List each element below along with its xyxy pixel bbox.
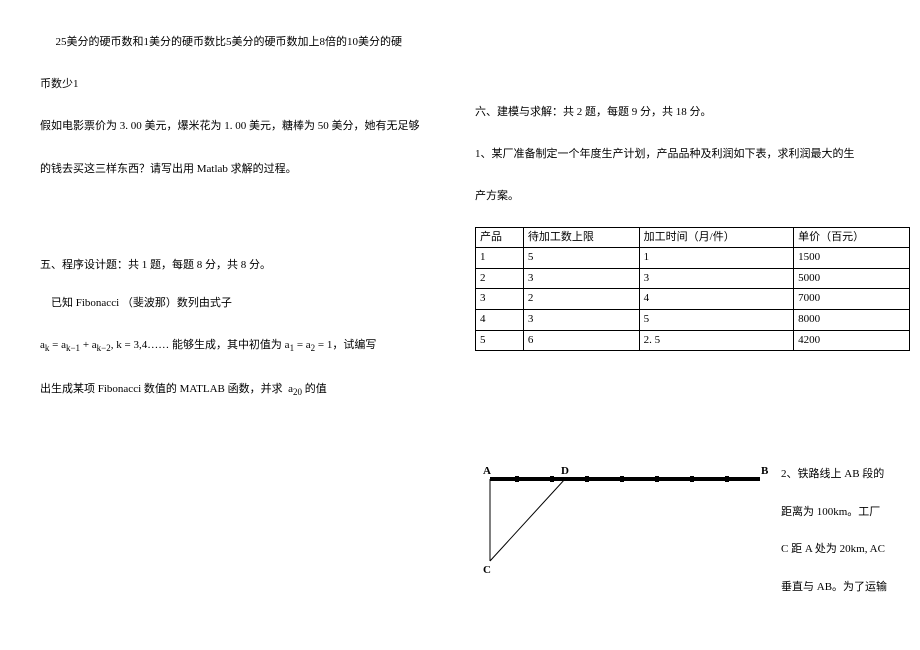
cell: 5: [476, 330, 524, 351]
q2-line-1: 2、铁路线上 AB 段的: [781, 461, 910, 489]
table-row: 562. 54200: [476, 330, 910, 351]
fib-sub-km2: k−2: [97, 343, 111, 353]
cell: 3: [639, 268, 794, 289]
fib-line-3: 出生成某项 Fibonacci 数值的 MATLAB 函数，并求 a20 的值: [40, 377, 430, 403]
fib-eq1: = a: [49, 339, 66, 351]
right-column: 六、建模与求解：共 2 题，每题 9 分，共 18 分。 1、某厂准备制定一个年…: [460, 0, 920, 650]
th-price: 单价（百元）: [794, 227, 910, 248]
q1-line-1: 1、某厂准备制定一个年度生产计划，产品品种及利润如下表，求利润最大的生: [475, 142, 910, 166]
label-a: A: [483, 465, 491, 477]
table-row: 4358000: [476, 309, 910, 330]
movie-line-2: 的钱去买这三样东西？请写出用 Matlab 求解的过程。: [40, 157, 430, 181]
page: 25美分的硬币数和1美分的硬币数比5美分的硬币数加上8倍的10美分的硬 币数少1…: [0, 0, 920, 650]
cell: 3: [523, 268, 639, 289]
fib-l3-c: 的值: [302, 383, 327, 395]
q2-line-2: 距离为 100km。工厂: [781, 499, 910, 527]
label-d: D: [561, 465, 569, 477]
fib-formula-line: ak = ak−1 + ak−2, k = 3,4…… 能够生成，其中初值为 a…: [40, 333, 430, 359]
triangle-diagram-icon: A D B C: [475, 461, 775, 581]
cell: 4: [476, 309, 524, 330]
coin-line-1: 25美分的硬币数和1美分的硬币数比5美分的硬币数加上8倍的10美分的硬: [50, 30, 430, 54]
table-row: 2335000: [476, 268, 910, 289]
th-product: 产品: [476, 227, 524, 248]
cell: 2: [523, 289, 639, 310]
cell: 6: [523, 330, 639, 351]
cell: 2. 5: [639, 330, 794, 351]
cell: 3: [523, 309, 639, 330]
table-row: 1511500: [476, 248, 910, 269]
cell: 1: [639, 248, 794, 269]
table-header-row: 产品 待加工数上限 加工时间（月/件） 单价（百元）: [476, 227, 910, 248]
geometry-figure: A D B C: [475, 461, 775, 588]
cell: 4200: [794, 330, 910, 351]
movie-line-1: 假如电影票价为 3. 00 美元，爆米花为 1. 00 美元，糖棒为 50 美分…: [40, 114, 430, 138]
fib-a20-sub: 20: [293, 387, 302, 397]
fib-a20: a20: [288, 383, 302, 395]
fib-l3-a: 出生成某项 Fibonacci 数值的 MATLAB 函数，并求: [40, 383, 288, 395]
fib-plus: + a: [80, 339, 97, 351]
q2-line-3: C 距 A 处为 20km, AC: [781, 536, 910, 564]
label-b: B: [761, 465, 769, 477]
q2-line-4: 垂直与 AB。为了运输: [781, 574, 910, 602]
cell: 3: [476, 289, 524, 310]
fib-line-1: 已知 Fibonacci （斐波那）数列由式子: [40, 291, 430, 315]
cell: 7000: [794, 289, 910, 310]
fib-rest: , k = 3,4…… 能够生成，其中初值为 a: [111, 339, 290, 351]
section-6-title: 六、建模与求解：共 2 题，每题 9 分，共 18 分。: [475, 100, 910, 124]
q2-text-block: 2、铁路线上 AB 段的 距离为 100km。工厂 C 距 A 处为 20km,…: [781, 461, 910, 611]
cell: 5: [639, 309, 794, 330]
q1-line-2: 产方案。: [475, 184, 910, 208]
th-limit: 待加工数上限: [523, 227, 639, 248]
cell: 4: [639, 289, 794, 310]
fib-end: = 1，试编写: [315, 339, 376, 351]
cell: 5000: [794, 268, 910, 289]
cell: 1500: [794, 248, 910, 269]
cell: 1: [476, 248, 524, 269]
fib-eq2: = a: [294, 339, 311, 351]
left-column: 25美分的硬币数和1美分的硬币数比5美分的硬币数加上8倍的10美分的硬 币数少1…: [0, 0, 460, 650]
table-row: 3247000: [476, 289, 910, 310]
cell: 5: [523, 248, 639, 269]
label-c: C: [483, 564, 491, 576]
coin-line-2: 币数少1: [40, 72, 430, 96]
fib-sub-km1: k−1: [66, 343, 80, 353]
cell: 2: [476, 268, 524, 289]
cell: 8000: [794, 309, 910, 330]
product-table: 产品 待加工数上限 加工时间（月/件） 单价（百元） 1511500 23350…: [475, 227, 910, 352]
th-time: 加工时间（月/件）: [639, 227, 794, 248]
section-5-title: 五、程序设计题：共 1 题，每题 8 分，共 8 分。: [40, 253, 430, 277]
